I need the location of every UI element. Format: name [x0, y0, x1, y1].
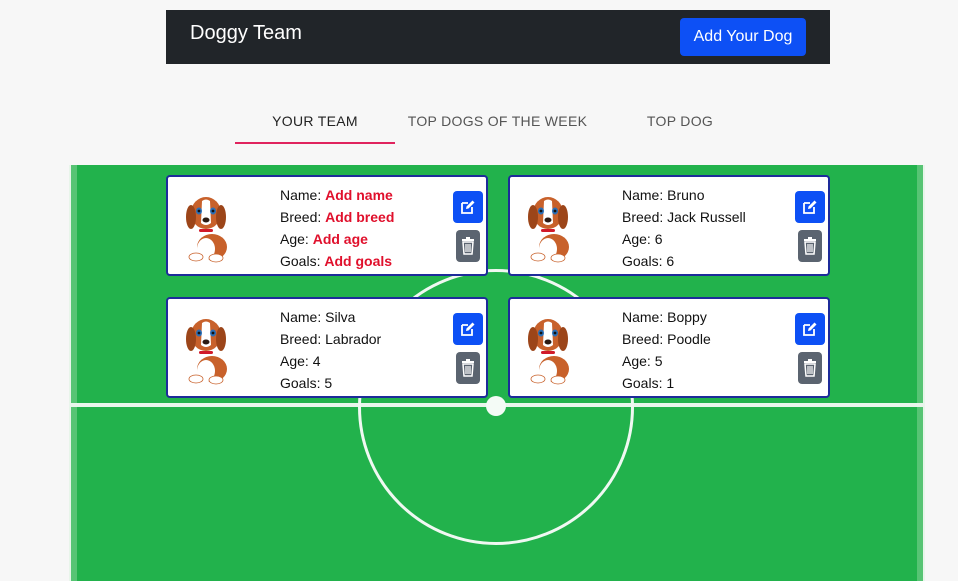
dog-goals-row: Goals: 5	[280, 372, 381, 394]
dog-goals-value: 5	[324, 375, 333, 391]
field-left-edge	[69, 165, 77, 581]
edit-button[interactable]	[795, 313, 825, 345]
tab-your-team[interactable]: YOUR TEAM	[235, 104, 395, 144]
edit-icon	[461, 322, 475, 336]
tab-top-dog[interactable]: TOP DOG	[600, 104, 760, 144]
dog-info: Name: Silva Breed: Labrador Age: 4 Goals…	[280, 306, 381, 394]
dog-avatar	[528, 197, 569, 263]
dog-breed-value: Jack Russell	[667, 209, 746, 225]
trash-icon	[804, 359, 816, 377]
edit-icon	[803, 200, 817, 214]
dog-age-row: Age: Add age	[280, 228, 394, 250]
dog-breed-row: Breed: Labrador	[280, 328, 381, 350]
trash-icon	[804, 237, 816, 255]
name-label: Name:	[280, 187, 326, 203]
breed-label: Breed:	[280, 209, 326, 225]
goals-label: Goals:	[280, 253, 325, 269]
breed-label: Breed:	[622, 331, 668, 347]
brand-title[interactable]: Doggy Team	[190, 21, 302, 45]
dog-goals-row: Goals: 1	[622, 372, 711, 394]
dog-breed-row: Breed: Add breed	[280, 206, 394, 228]
breed-label: Breed:	[622, 209, 668, 225]
dog-name-value: Silva	[325, 309, 356, 325]
dog-name-value: Bruno	[667, 187, 705, 203]
edit-button[interactable]	[795, 191, 825, 223]
active-tab-indicator	[235, 142, 395, 144]
tab-top-dogs-of-the-week[interactable]: TOP DOGS OF THE WEEK	[395, 104, 600, 144]
trash-icon	[462, 359, 474, 377]
dog-goals-value: 1	[666, 375, 675, 391]
add-your-dog-button[interactable]: Add Your Dog	[680, 18, 806, 56]
dog-breed-value: Labrador	[325, 331, 382, 347]
goals-label: Goals:	[280, 375, 325, 391]
dog-avatar	[186, 197, 227, 263]
dog-age-row: Age: 6	[622, 228, 746, 250]
edit-icon	[803, 322, 817, 336]
breed-label: Breed:	[280, 331, 326, 347]
dog-age-value: 5	[654, 353, 663, 369]
field-right-edge	[917, 165, 925, 581]
dog-card: Name: Boppy Breed: Poodle Age: 5 Goals: …	[508, 297, 830, 398]
edit-icon	[461, 200, 475, 214]
age-label: Age:	[280, 353, 313, 369]
age-label: Age:	[622, 353, 655, 369]
navbar: Doggy Team Add Your Dog	[166, 10, 830, 64]
name-label: Name:	[280, 309, 326, 325]
tab-bar: YOUR TEAM TOP DOGS OF THE WEEK TOP DOG	[0, 104, 958, 144]
dog-breed-value: Poodle	[667, 331, 711, 347]
dog-goals-value: 6	[666, 253, 675, 269]
dog-avatar	[528, 319, 569, 385]
dog-breed-value: Add breed	[325, 209, 395, 225]
name-label: Name:	[622, 309, 668, 325]
dog-card: Name: Silva Breed: Labrador Age: 4 Goals…	[166, 297, 488, 398]
edit-button[interactable]	[453, 191, 483, 223]
trash-icon	[462, 237, 474, 255]
dog-name-value: Add name	[325, 187, 393, 203]
dog-name-row: Name: Add name	[280, 184, 394, 206]
age-label: Age:	[622, 231, 655, 247]
delete-button[interactable]	[456, 352, 480, 384]
dog-goals-row: Goals: 6	[622, 250, 746, 272]
dog-name-value: Boppy	[667, 309, 707, 325]
goals-label: Goals:	[622, 375, 667, 391]
dog-breed-row: Breed: Poodle	[622, 328, 711, 350]
edit-button[interactable]	[453, 313, 483, 345]
name-label: Name:	[622, 187, 668, 203]
dog-age-value: 6	[654, 231, 663, 247]
age-label: Age:	[280, 231, 313, 247]
dog-goals-row: Goals: Add goals	[280, 250, 394, 272]
dog-info: Name: Bruno Breed: Jack Russell Age: 6 G…	[622, 184, 746, 272]
dog-name-row: Name: Bruno	[622, 184, 746, 206]
delete-button[interactable]	[798, 230, 822, 262]
center-spot	[486, 396, 506, 416]
dog-card: Name: Bruno Breed: Jack Russell Age: 6 G…	[508, 175, 830, 276]
dog-age-row: Age: 5	[622, 350, 711, 372]
dog-age-value: Add age	[312, 231, 368, 247]
dog-info: Name: Boppy Breed: Poodle Age: 5 Goals: …	[622, 306, 711, 394]
dog-goals-value: Add goals	[324, 253, 393, 269]
dog-name-row: Name: Boppy	[622, 306, 711, 328]
dog-avatar	[186, 319, 227, 385]
dog-age-row: Age: 4	[280, 350, 381, 372]
dog-breed-row: Breed: Jack Russell	[622, 206, 746, 228]
delete-button[interactable]	[798, 352, 822, 384]
delete-button[interactable]	[456, 230, 480, 262]
dog-name-row: Name: Silva	[280, 306, 381, 328]
dog-age-value: 4	[312, 353, 321, 369]
goals-label: Goals:	[622, 253, 667, 269]
dog-info: Name: Add name Breed: Add breed Age: Add…	[280, 184, 394, 272]
dog-card: Name: Add name Breed: Add breed Age: Add…	[166, 175, 488, 276]
